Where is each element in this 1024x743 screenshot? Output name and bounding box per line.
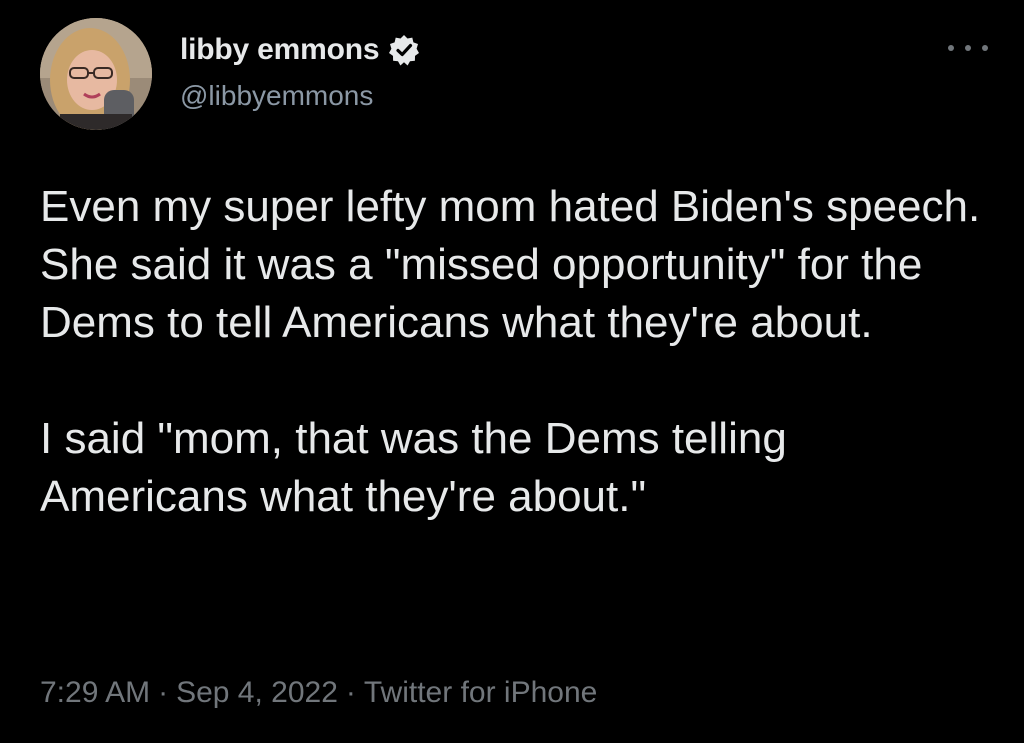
tweet-metadata: 7:29 AM · Sep 4, 2022 · Twitter for iPhone <box>40 676 597 710</box>
author-info: libby emmons @libbyemmons <box>180 30 421 112</box>
meta-separator: · <box>345 676 356 709</box>
tweet-source[interactable]: Twitter for iPhone <box>364 676 597 709</box>
avatar-image <box>40 18 152 130</box>
tweet-text: Even my super lefty mom hated Biden's sp… <box>40 178 1000 526</box>
meta-separator: · <box>158 676 169 709</box>
tweet-date[interactable]: Sep 4, 2022 <box>176 676 338 709</box>
tweet-paragraph: Even my super lefty mom hated Biden's sp… <box>40 182 981 347</box>
more-options-icon[interactable] <box>948 38 988 58</box>
tweet-time[interactable]: 7:29 AM <box>40 676 150 709</box>
more-dot <box>948 45 954 51</box>
display-name[interactable]: libby emmons <box>180 33 380 67</box>
tweet-paragraph: I said "mom, that was the Dems telling A… <box>40 414 787 521</box>
tweet-card: libby emmons @libbyemmons Even my super … <box>0 0 1024 743</box>
handle[interactable]: @libbyemmons <box>180 80 421 112</box>
verified-badge-icon <box>387 33 421 67</box>
name-row: libby emmons <box>180 30 421 70</box>
more-dot <box>965 45 971 51</box>
more-dot <box>982 45 988 51</box>
avatar[interactable] <box>40 18 152 130</box>
